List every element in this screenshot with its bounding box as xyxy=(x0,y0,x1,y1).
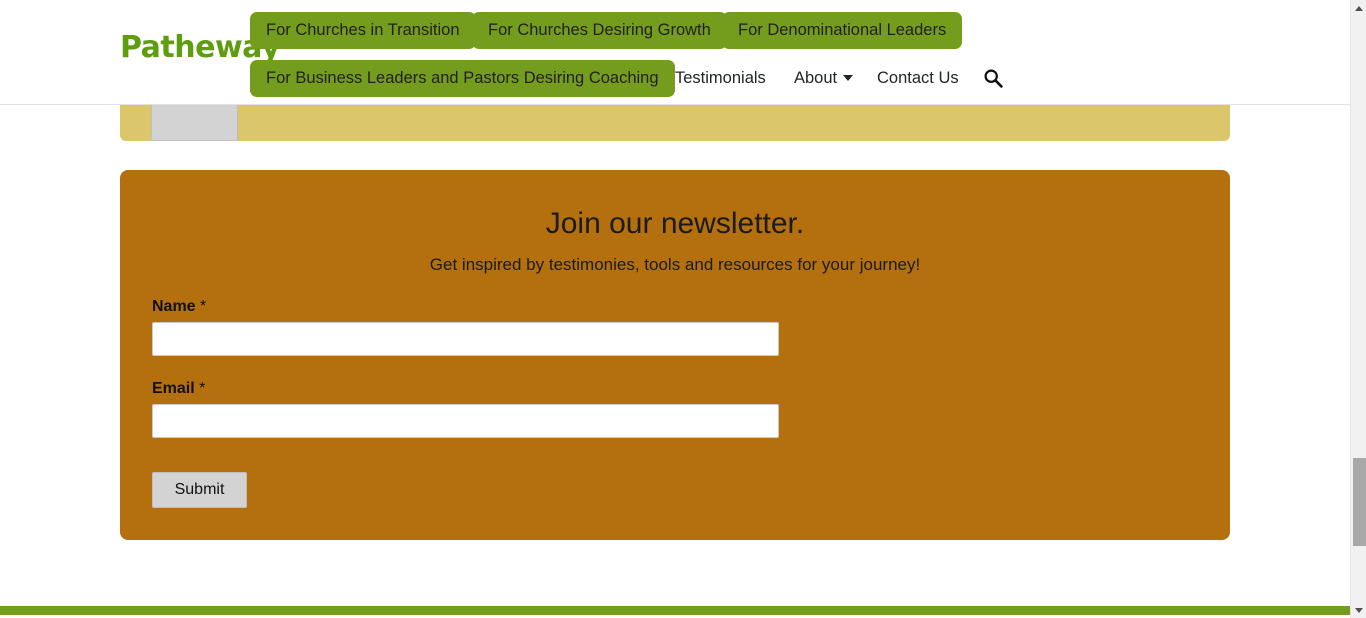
scrollbar-thumb[interactable] xyxy=(1353,458,1366,546)
email-field-label: Email * xyxy=(152,381,205,397)
email-label-text: Email xyxy=(152,380,195,397)
newsletter-submit-button[interactable]: Submit xyxy=(152,472,247,508)
newsletter-card: Join our newsletter. Get inspired by tes… xyxy=(120,170,1230,540)
name-required-asterisk: * xyxy=(200,298,207,315)
email-required-asterisk: * xyxy=(199,380,206,397)
email-input[interactable] xyxy=(152,404,779,438)
name-label-text: Name xyxy=(152,298,196,315)
nav-button-for-business-leaders-and-pastors[interactable]: For Business Leaders and Pastors Desirin… xyxy=(250,60,675,97)
previous-section-submit-button[interactable] xyxy=(151,104,238,141)
nav-button-for-denominational-leaders[interactable]: For Denominational Leaders xyxy=(722,12,963,49)
nav-button-for-churches-desiring-growth[interactable]: For Churches Desiring Growth xyxy=(472,12,727,49)
nav-link-contact-us[interactable]: Contact Us xyxy=(877,67,959,89)
scrollbar-down-arrow-icon[interactable] xyxy=(1351,602,1366,618)
scrollbar-up-arrow-icon[interactable] xyxy=(1351,0,1366,16)
search-icon[interactable] xyxy=(983,68,1003,88)
nav-button-for-churches-in-transition[interactable]: For Churches in Transition xyxy=(250,12,476,49)
page-viewport: Join our newsletter. Get inspired by tes… xyxy=(0,0,1350,618)
site-header: Patheway For Churches in Transition For … xyxy=(0,0,1350,105)
chevron-down-icon xyxy=(843,75,854,81)
nav-link-contact-us-label: Contact Us xyxy=(877,68,959,87)
footer-accent-bar xyxy=(0,606,1350,615)
browser-page: Join our newsletter. Get inspired by tes… xyxy=(0,0,1366,618)
newsletter-subtitle: Get inspired by testimonies, tools and r… xyxy=(429,255,921,274)
vertical-scrollbar[interactable] xyxy=(1350,0,1366,618)
nav-link-about-label: About xyxy=(794,68,838,87)
name-input[interactable] xyxy=(152,322,779,356)
name-field-label: Name * xyxy=(152,299,206,315)
nav-link-about[interactable]: About xyxy=(794,67,854,89)
newsletter-title: Join our newsletter. xyxy=(545,207,805,240)
nav-link-testimonials-label: Testimonials xyxy=(675,68,766,87)
nav-link-testimonials[interactable]: Testimonials xyxy=(675,67,766,89)
